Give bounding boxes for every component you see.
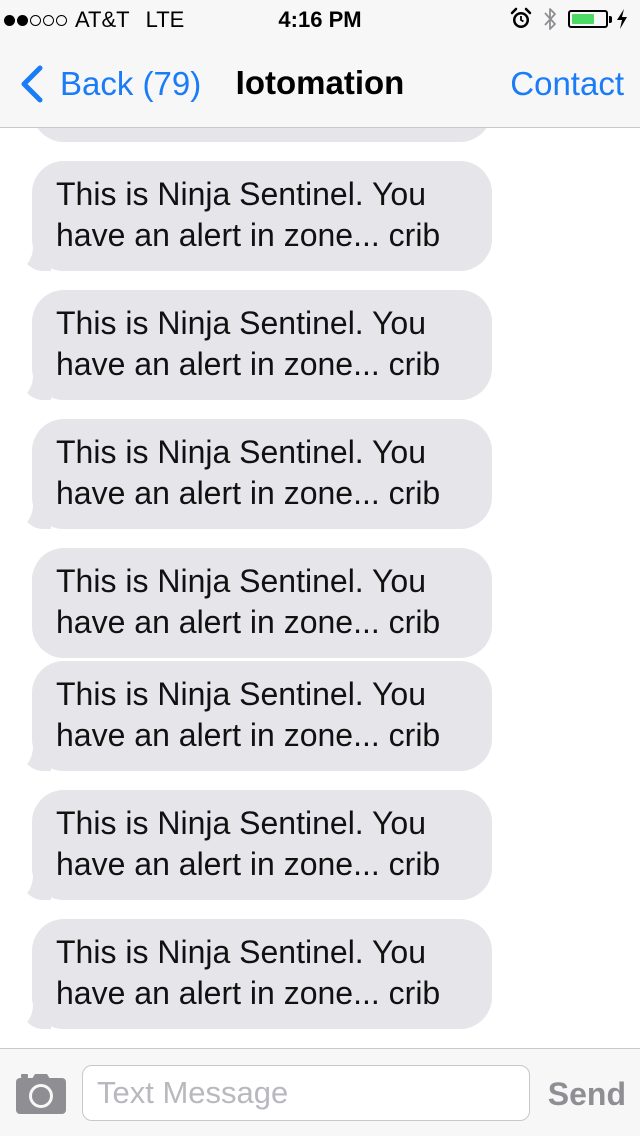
message-input[interactable] bbox=[82, 1065, 530, 1121]
message-bubble[interactable]: This is Ninja Sentinel. You have an aler… bbox=[32, 919, 492, 1029]
navigation-bar: Back (79) Iotomation Contact bbox=[0, 40, 640, 128]
camera-icon[interactable] bbox=[15, 1071, 67, 1115]
back-label: Back (79) bbox=[60, 65, 202, 102]
charging-icon bbox=[617, 9, 627, 29]
message-bubble[interactable]: This is Ninja Sentinel. You have an aler… bbox=[32, 290, 492, 400]
message-bubble[interactable]: This is Ninja Sentinel. You have an aler… bbox=[32, 661, 492, 771]
message-input-bar: Send bbox=[0, 1048, 640, 1136]
back-button[interactable]: Back (79) bbox=[14, 62, 201, 106]
status-bar: AT&T LTE 4:16 PM bbox=[0, 0, 640, 40]
status-right bbox=[510, 6, 628, 32]
message-list[interactable]: This is Ninja Sentinel. You have an aler… bbox=[0, 128, 640, 1048]
chevron-left-icon bbox=[21, 65, 43, 103]
message-bubble[interactable]: This is Ninja Sentinel. You have an aler… bbox=[32, 548, 492, 658]
alarm-icon bbox=[510, 7, 532, 28]
battery-tip bbox=[609, 15, 612, 23]
message-bubble[interactable]: This is Ninja Sentinel. You have an aler… bbox=[32, 790, 492, 900]
battery-icon bbox=[568, 10, 608, 28]
message-bubble-partial bbox=[32, 128, 492, 142]
message-bubble[interactable]: This is Ninja Sentinel. You have an aler… bbox=[32, 419, 492, 529]
send-button[interactable]: Send bbox=[548, 1076, 626, 1113]
battery-level bbox=[572, 14, 594, 24]
bluetooth-icon bbox=[544, 8, 556, 30]
message-bubble[interactable]: This is Ninja Sentinel. You have an aler… bbox=[32, 161, 492, 271]
contact-button[interactable]: Contact bbox=[510, 65, 624, 103]
